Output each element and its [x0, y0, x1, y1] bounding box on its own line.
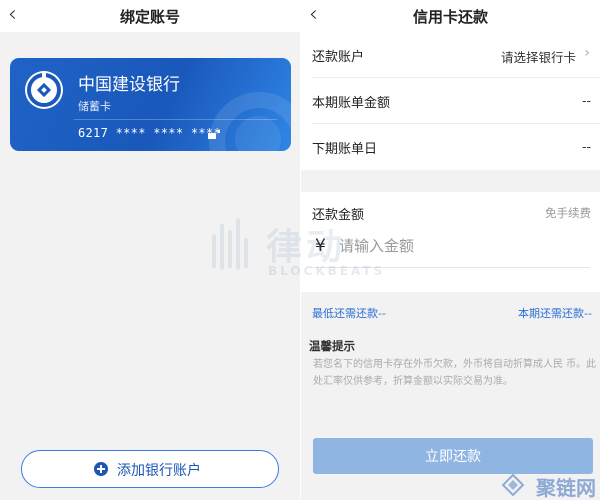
- ccb-logo-icon: [25, 71, 63, 109]
- current-bill-amount-row: 本期账单金额 --: [301, 78, 600, 124]
- repayment-account-row[interactable]: 还款账户 请选择银行卡 ›: [301, 32, 600, 78]
- bank-name: 中国建设银行: [78, 75, 180, 95]
- chevron-right-icon: ›: [584, 45, 590, 61]
- plus-circle-icon: [94, 462, 108, 476]
- card-chip-icon: [208, 130, 220, 139]
- pay-now-label: 立即还款: [425, 449, 481, 465]
- add-bank-account-button[interactable]: 添加银行账户: [21, 450, 279, 488]
- bind-account-screen: ‹ 绑定账号 中国建设银行 储蓄卡 6217 **** **** **** 添加…: [0, 0, 300, 500]
- tips-title: 温馨提示: [309, 339, 355, 353]
- min-due-link[interactable]: 最低还需还款--: [312, 305, 386, 321]
- input-underline: [311, 267, 590, 268]
- nav-bar: ‹ 信用卡还款: [301, 0, 600, 32]
- amount-input[interactable]: [339, 232, 579, 260]
- page-title: 绑定账号: [119, 8, 180, 26]
- page-title: 信用卡还款: [412, 8, 488, 26]
- current-due-link[interactable]: 本期还需还款--: [518, 305, 592, 321]
- current-bill-amount-value: --: [581, 93, 591, 108]
- repayment-amount-label: 还款金额: [312, 208, 365, 223]
- select-bank-card-value: 请选择银行卡: [500, 50, 576, 65]
- fee-free-note: 免手续费: [545, 206, 591, 220]
- bank-card[interactable]: 中国建设银行 储蓄卡 6217 **** **** ****: [10, 58, 291, 151]
- nav-bar: ‹ 绑定账号: [0, 0, 300, 32]
- card-number: 6217 **** **** ****: [78, 126, 221, 140]
- add-bank-account-label: 添加银行账户: [117, 463, 201, 479]
- repayment-account-label: 还款账户: [312, 50, 365, 65]
- card-type: 储蓄卡: [78, 100, 111, 113]
- card-divider: [74, 119, 277, 120]
- next-bill-date-row: 下期账单日 --: [301, 124, 600, 170]
- credit-card-repayment-screen: ‹ 信用卡还款 还款账户 请选择银行卡 › 本期账单金额 -- 下期账单日 --…: [301, 0, 600, 500]
- next-bill-date-label: 下期账单日: [312, 142, 378, 157]
- next-bill-date-value: --: [581, 139, 591, 154]
- pay-now-button[interactable]: 立即还款: [313, 438, 593, 474]
- currency-symbol: ¥: [315, 236, 326, 256]
- current-bill-amount-label: 本期账单金额: [312, 96, 391, 111]
- tips-text: 若您名下的信用卡存在外币欠款，外币将自动折算成人民 币。此处汇率仅供参考，折算金…: [313, 359, 597, 387]
- repayment-amount-section: 还款金额 免手续费 ¥: [301, 192, 600, 292]
